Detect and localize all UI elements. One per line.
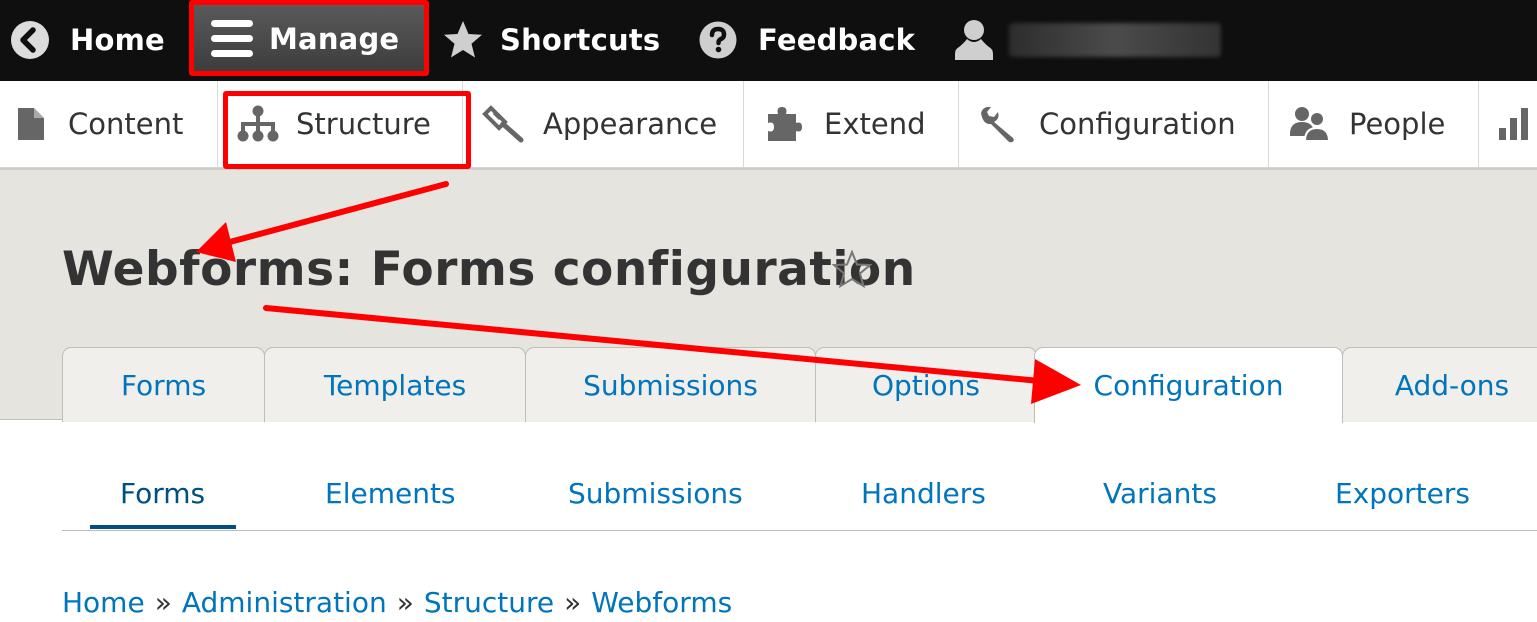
subtab-elements[interactable]: Elements bbox=[325, 477, 456, 510]
username-redacted bbox=[1009, 22, 1221, 57]
puzzle-icon bbox=[768, 107, 802, 141]
breadcrumb-home[interactable]: Home bbox=[62, 586, 145, 619]
tray-item-extend[interactable]: Extend bbox=[744, 81, 959, 167]
tray-item-content[interactable]: Content bbox=[0, 81, 218, 167]
paintbrush-icon bbox=[482, 105, 524, 143]
toolbar-home[interactable]: Home bbox=[10, 0, 165, 79]
wrench-icon bbox=[981, 106, 1014, 143]
tray-item-label: Appearance bbox=[543, 107, 718, 141]
tab-label: Add-ons bbox=[1394, 368, 1510, 402]
page-header: Webforms: Forms configuration Forms Temp… bbox=[0, 168, 1537, 423]
tray-item-label: People bbox=[1349, 107, 1446, 141]
subtab-variants[interactable]: Variants bbox=[1103, 477, 1217, 510]
toolbar-shortcuts[interactable]: Shortcuts bbox=[442, 0, 660, 79]
toolbar-user[interactable] bbox=[953, 0, 1221, 79]
subtab-exporters[interactable]: Exporters bbox=[1335, 477, 1470, 510]
star-icon bbox=[444, 20, 482, 57]
secondary-tabs: Forms Elements Submissions Handlers Vari… bbox=[62, 421, 1537, 531]
question-circle-icon bbox=[699, 21, 737, 58]
page-title: Webforms: Forms configuration bbox=[62, 242, 916, 297]
breadcrumb-webforms[interactable]: Webforms bbox=[591, 586, 732, 619]
people-icon bbox=[1290, 107, 1331, 142]
star-outline-icon[interactable] bbox=[832, 250, 872, 288]
breadcrumb-separator: » bbox=[564, 586, 582, 619]
tray-item-configuration[interactable]: Configuration bbox=[959, 81, 1269, 167]
tray-item-reports[interactable] bbox=[1479, 81, 1537, 167]
active-subtab-indicator bbox=[90, 525, 236, 529]
highlight-box-structure bbox=[223, 91, 471, 169]
breadcrumb-separator: » bbox=[396, 586, 414, 619]
tab-templates[interactable]: Templates bbox=[264, 347, 526, 422]
tab-label: Forms bbox=[120, 368, 207, 402]
tab-label: Submissions bbox=[583, 368, 758, 402]
toolbar-feedback-label: Feedback bbox=[758, 22, 916, 57]
highlight-box-manage bbox=[189, 0, 429, 76]
breadcrumb: Home » Administration » Structure » Webf… bbox=[62, 586, 732, 619]
tab-options[interactable]: Options bbox=[815, 347, 1037, 422]
toolbar-home-label: Home bbox=[70, 22, 165, 57]
tab-configuration[interactable]: Configuration bbox=[1034, 347, 1343, 423]
tab-label: Options bbox=[871, 368, 981, 402]
tab-add-ons[interactable]: Add-ons bbox=[1342, 347, 1537, 422]
toolbar-shortcuts-label: Shortcuts bbox=[500, 22, 661, 57]
tab-label: Templates bbox=[323, 368, 467, 402]
tab-forms[interactable]: Forms bbox=[62, 347, 265, 422]
tray-item-people[interactable]: People bbox=[1269, 81, 1479, 167]
tray-item-label: Configuration bbox=[1039, 107, 1236, 141]
subtab-handlers[interactable]: Handlers bbox=[861, 477, 986, 510]
bar-chart-icon bbox=[1499, 108, 1528, 140]
tray-item-label: Extend bbox=[824, 107, 926, 141]
toolbar-feedback[interactable]: Feedback bbox=[699, 0, 915, 79]
breadcrumb-separator: » bbox=[154, 586, 172, 619]
tray-item-label: Content bbox=[68, 107, 184, 141]
document-icon bbox=[18, 108, 44, 140]
subtab-forms[interactable]: Forms bbox=[120, 477, 205, 510]
breadcrumb-structure[interactable]: Structure bbox=[424, 586, 554, 619]
tab-label: Configuration bbox=[1093, 369, 1284, 402]
tab-submissions[interactable]: Submissions bbox=[525, 347, 816, 422]
subtab-submissions[interactable]: Submissions bbox=[568, 477, 743, 510]
tray-item-appearance[interactable]: Appearance bbox=[463, 81, 744, 167]
breadcrumb-administration[interactable]: Administration bbox=[182, 586, 387, 619]
user-icon bbox=[955, 19, 993, 60]
chevron-left-circle-icon bbox=[11, 20, 49, 59]
